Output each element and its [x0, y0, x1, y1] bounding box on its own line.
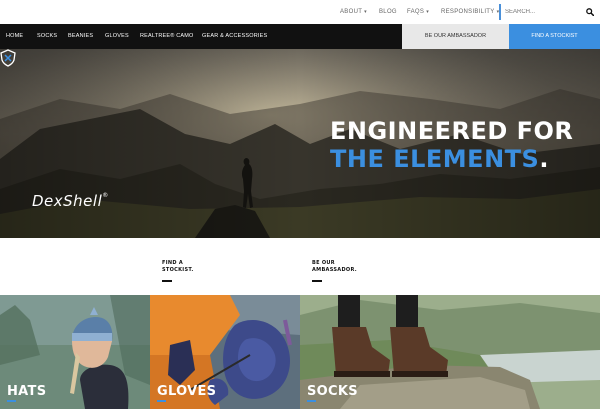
be-our-ambassador-button[interactable]: BE OUR AMBASSADOR [402, 24, 509, 49]
util-nav-responsibility-label: RESPONSIBILITY [441, 9, 495, 15]
main-nav: HOME SOCKS BEANIES GLOVES REALTREE® CAMO… [0, 24, 600, 49]
search-icon[interactable] [586, 8, 594, 16]
logo-registered-mark: ® [102, 192, 109, 199]
util-nav-about[interactable]: ABOUT ▾ [340, 0, 367, 24]
category-label-hats: HATS [7, 384, 47, 399]
util-nav-blog[interactable]: BLOG [379, 0, 397, 24]
hero-banner: ENGINEERED FOR THE ELEMENTS. DexShell® [0, 49, 600, 238]
search-box [499, 4, 600, 20]
dexshell-logo[interactable]: DexShell® [32, 192, 109, 210]
nav-item-beanies[interactable]: BEANIES [68, 24, 93, 49]
chevron-down-icon: ▾ [364, 9, 367, 15]
util-nav-about-label: ABOUT [340, 9, 363, 15]
nav-item-gloves[interactable]: GLOVES [105, 24, 129, 49]
category-underline-socks [307, 400, 316, 402]
utility-bar: ABOUT ▾ BLOG FAQS ▾ RESPONSIBILITY ▾ [0, 0, 600, 24]
search-input[interactable] [505, 4, 585, 20]
nav-item-gear-accessories[interactable]: GEAR & ACCESSORIES [202, 24, 267, 49]
category-label-gloves: GLOVES [157, 384, 217, 399]
nav-item-home[interactable]: HOME [6, 24, 23, 49]
category-tile-hats[interactable]: HATS [0, 295, 150, 409]
cta-stockist-line2: STOCKIST. [162, 267, 194, 273]
dexshell-shield-icon [0, 49, 16, 67]
category-underline-hats [7, 400, 16, 402]
cta-stockist-line1: FIND A [162, 260, 184, 266]
util-nav-faqs-label: FAQS [407, 9, 425, 15]
hero-headline: ENGINEERED FOR THE ELEMENTS. [330, 117, 573, 173]
cta-ambassador-line2: AMBASSADOR. [312, 267, 357, 273]
nav-item-socks[interactable]: SOCKS [37, 24, 57, 49]
category-underline-gloves [157, 400, 166, 402]
cta-ambassador-line1: BE OUR [312, 260, 335, 266]
hero-headline-line1: ENGINEERED FOR [330, 117, 574, 145]
find-a-stockist-button[interactable]: FIND A STOCKIST [509, 24, 600, 49]
cta-strip: FIND A STOCKIST. BE OUR AMBASSADOR. [0, 238, 600, 295]
logo-text: DexShell [32, 192, 103, 210]
category-tile-socks[interactable]: SOCKS [300, 295, 600, 409]
hero-headline-line2: THE ELEMENTS [330, 145, 540, 173]
hero-headline-dot: . [539, 145, 549, 173]
cta-stockist-underline [162, 280, 172, 282]
find-a-stockist-link[interactable]: FIND A STOCKIST. [162, 260, 194, 282]
category-label-socks: SOCKS [307, 384, 358, 399]
category-tile-gloves[interactable]: GLOVES [150, 295, 300, 409]
util-nav-responsibility[interactable]: RESPONSIBILITY ▾ [441, 0, 499, 24]
be-our-ambassador-link[interactable]: BE OUR AMBASSADOR. [312, 260, 357, 282]
util-nav-blog-label: BLOG [379, 9, 397, 15]
chevron-down-icon: ▾ [426, 9, 430, 15]
util-nav-faqs[interactable]: FAQS ▾ [407, 0, 429, 24]
nav-item-realtree-camo[interactable]: REALTREE® CAMO [140, 24, 194, 49]
cta-ambassador-underline [312, 280, 322, 282]
